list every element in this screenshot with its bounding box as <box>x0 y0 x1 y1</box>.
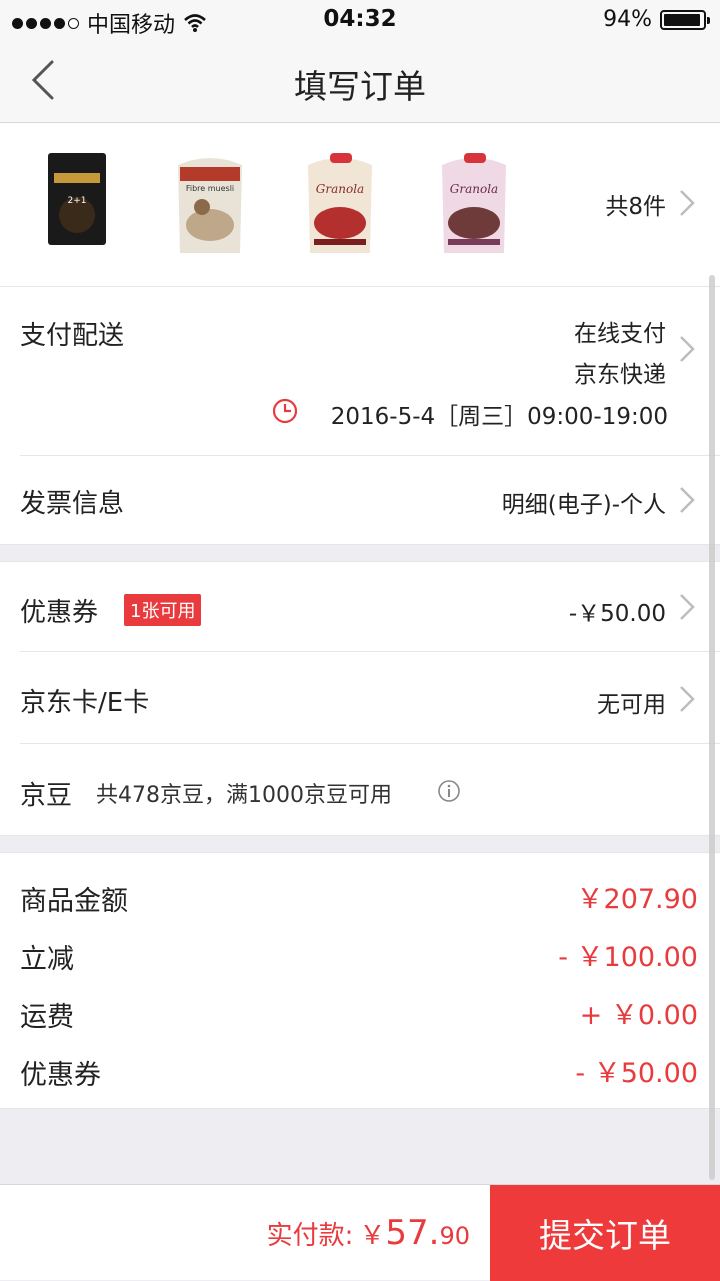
coupon-badge: 1张可用 <box>124 594 202 626</box>
product-count: 共8件 <box>605 194 666 220</box>
product-list[interactable]: 2+1 Fibre muesli Granola Granola 共8件 <box>0 123 720 287</box>
payment-section: 支付配送 在线支付 京东快递 2016-5-4［周三］09:00-19:00 发… <box>0 287 720 545</box>
summary-value: ￥207.90 <box>576 884 698 915</box>
svg-text:2+1: 2+1 <box>68 196 87 206</box>
divider <box>20 455 720 456</box>
jdcard-label: 京东卡/E卡 <box>20 688 150 718</box>
invoice-value[interactable]: 明细(电子)-个人 <box>502 485 666 519</box>
chevron-right-icon[interactable] <box>678 684 696 714</box>
price-summary: 商品金额 ￥207.90 立减 - ￥100.00 运费 + ￥0.00 优惠券… <box>0 852 720 1109</box>
summary-value: - ￥100.00 <box>558 942 698 973</box>
payment-label: 支付配送 <box>20 321 125 351</box>
svg-text:Granola: Granola <box>450 182 498 196</box>
summary-value: - ￥50.00 <box>575 1058 698 1089</box>
svg-text:Fibre muesli: Fibre muesli <box>186 184 234 193</box>
jdcard-value[interactable]: 无可用 <box>597 685 666 719</box>
pay-amount-int: 57. <box>385 1213 440 1253</box>
navigation-bar: 填写订单 <box>0 40 720 123</box>
status-bar: 中国移动 04:32 94% <box>0 0 720 40</box>
divider <box>20 651 720 652</box>
pay-label: 实付款: <box>266 1221 354 1251</box>
chevron-right-icon[interactable] <box>678 485 696 515</box>
chevron-right-icon[interactable] <box>678 188 696 218</box>
delivery-time[interactable]: 2016-5-4［周三］09:00-19:00 <box>331 397 668 431</box>
jingdou-desc: 共478京豆，满1000京豆可用 <box>96 783 392 808</box>
shipping-method[interactable]: 京东快递 <box>574 355 666 389</box>
product-image-muesli[interactable]: Fibre muesli <box>170 145 250 257</box>
product-image-coffee[interactable]: 2+1 <box>40 145 120 257</box>
coupon-value[interactable]: -￥50.00 <box>569 594 666 628</box>
scrollbar[interactable] <box>709 275 715 1180</box>
discount-section: 优惠券 1张可用 -￥50.00 京东卡/E卡 无可用 京豆 共478京豆，满1… <box>0 561 720 836</box>
clock-icon <box>272 398 298 424</box>
svg-text:Granola: Granola <box>316 182 364 196</box>
product-image-granola-red[interactable]: Granola <box>300 145 380 257</box>
pay-amount-dec: 90 <box>439 1222 470 1250</box>
summary-label: 商品金额 <box>20 886 128 917</box>
summary-value: + ￥0.00 <box>579 1000 698 1031</box>
total-payment: 实付款: ￥ 57. 90 <box>267 1213 470 1253</box>
summary-label: 优惠券 <box>20 1060 101 1091</box>
divider <box>20 743 720 744</box>
summary-label: 运费 <box>20 1002 74 1033</box>
summary-label: 立减 <box>20 944 74 975</box>
product-image-granola-pink[interactable]: Granola <box>434 145 514 257</box>
coupon-label: 优惠券 <box>20 598 99 628</box>
battery-percent: 94% <box>603 7 652 32</box>
chevron-right-icon[interactable] <box>678 592 696 622</box>
page-title: 填写订单 <box>294 67 426 106</box>
payment-method[interactable]: 在线支付 <box>574 314 666 348</box>
invoice-label: 发票信息 <box>20 489 125 519</box>
currency-symbol: ￥ <box>359 1221 386 1251</box>
checkout-bar: 实付款: ￥ 57. 90 提交订单 <box>0 1184 720 1281</box>
battery-icon <box>660 9 710 30</box>
submit-order-button[interactable]: 提交订单 <box>490 1185 720 1281</box>
chevron-right-icon[interactable] <box>678 334 696 364</box>
info-icon[interactable] <box>437 779 461 803</box>
jingdou-label: 京豆 <box>20 781 73 811</box>
